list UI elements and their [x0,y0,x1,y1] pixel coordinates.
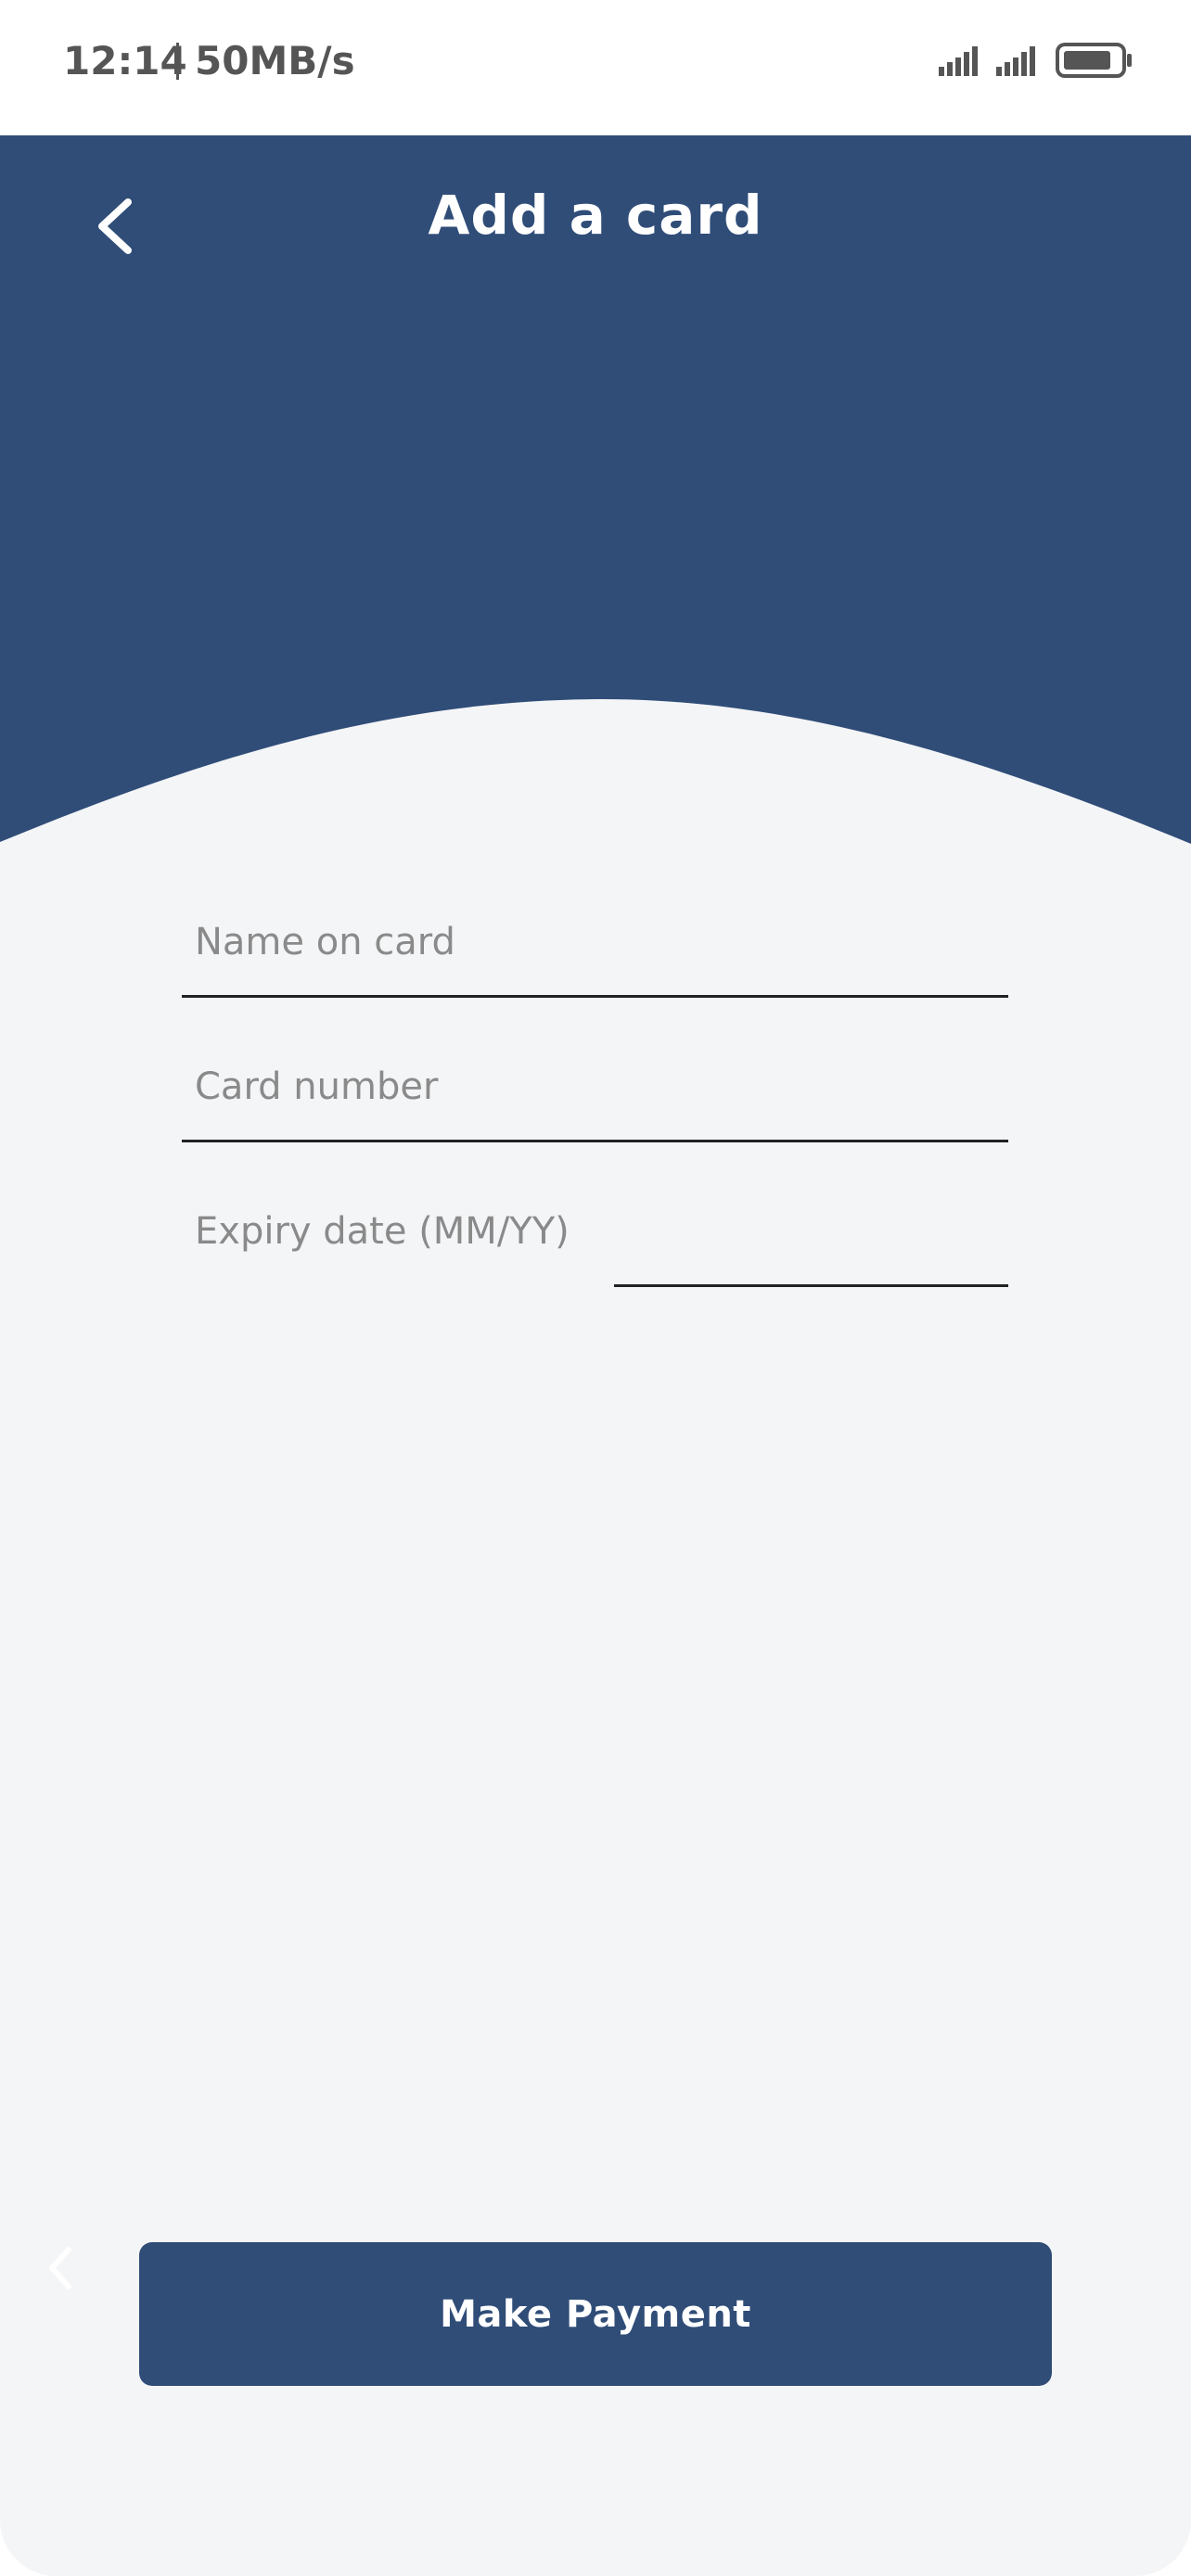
page-title: Add a card [428,184,763,247]
battery-icon [1056,43,1132,78]
name-on-card-field[interactable] [182,905,1007,979]
status-time: 12:14 [63,38,187,83]
card-number-field[interactable] [182,1050,1007,1124]
add-card-screen: 12:14 50MB/s Add a card Name on card Car… [0,0,1191,2576]
network-speed: 50MB/s [195,38,355,83]
name-on-card-input[interactable] [182,905,1007,979]
make-payment-button[interactable]: Make Payment [139,2242,1052,2386]
expiry-date-input[interactable] [614,1194,1007,1269]
card-number-input[interactable] [182,1050,1007,1124]
expiry-date-label: Expiry date (MM/YY) [195,1210,570,1253]
expiry-date-field[interactable] [614,1194,1007,1269]
card-number-underline [182,1140,1008,1142]
header: Add a card [0,135,1191,849]
status-bar: 12:14 50MB/s [0,0,1191,135]
signal-icon [939,46,978,76]
edge-back-chevron-icon [49,2247,71,2289]
name-on-card-underline [182,995,1008,998]
status-separator [176,43,179,80]
expiry-date-underline [614,1284,1008,1287]
signal-icon [996,46,1035,76]
